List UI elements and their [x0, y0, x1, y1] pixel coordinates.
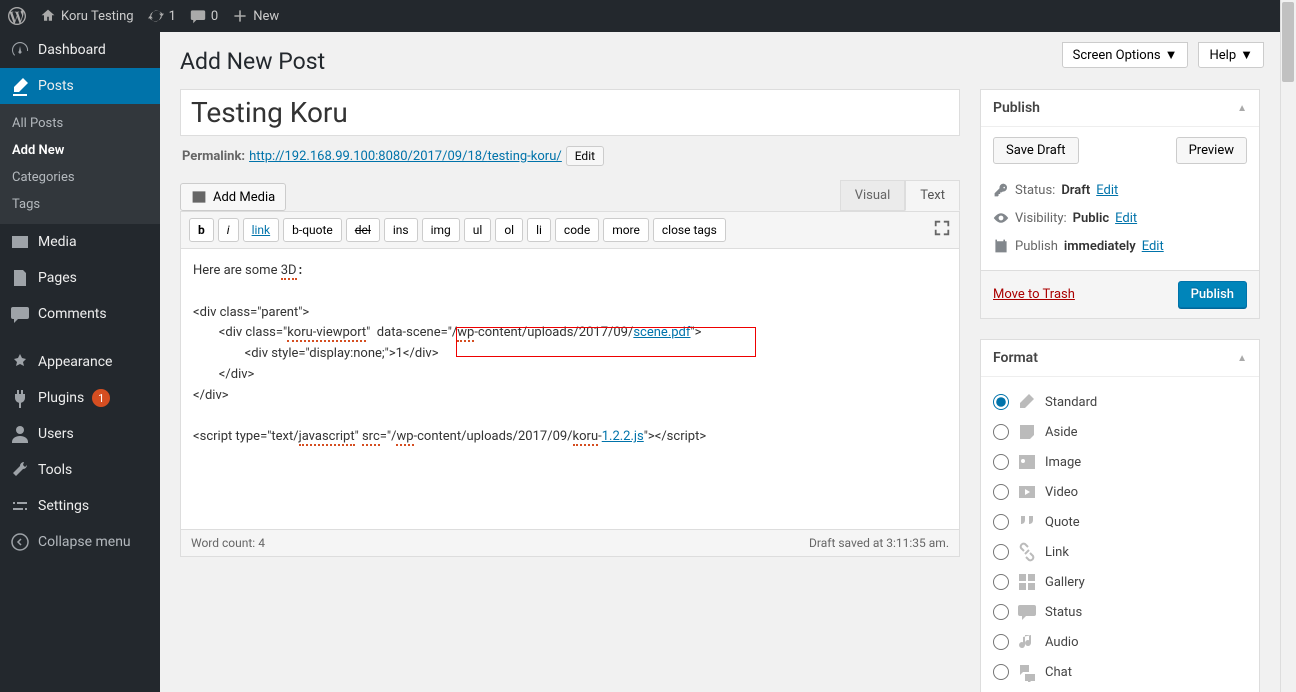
menu-appearance[interactable]: Appearance	[0, 344, 160, 380]
qt-li[interactable]: li	[527, 218, 551, 242]
format-aside[interactable]: Aside	[993, 417, 1247, 447]
qt-link[interactable]: link	[243, 218, 280, 242]
format-video[interactable]: Video	[993, 477, 1247, 507]
qt-ol[interactable]: ol	[495, 218, 523, 242]
menu-pages[interactable]: Pages	[0, 260, 160, 296]
quicktags-toolbar: b i link b-quote del ins img ul ol li co…	[181, 212, 959, 249]
menu-comments[interactable]: Comments	[0, 296, 160, 332]
format-image[interactable]: Image	[993, 447, 1247, 477]
format-box-header[interactable]: Format▲	[981, 340, 1259, 377]
main-content: Screen Options ▼ Help ▼ Add New Post Per…	[160, 32, 1280, 692]
sub-all-posts[interactable]: All Posts	[0, 110, 160, 137]
qt-bquote[interactable]: b-quote	[283, 218, 342, 242]
publish-box: Publish▲ Save Draft Preview Status: Draf…	[980, 89, 1260, 319]
publish-button[interactable]: Publish	[1178, 281, 1247, 308]
updates-link[interactable]: 1	[148, 8, 176, 24]
comments-count: 0	[211, 9, 218, 24]
menu-posts[interactable]: Posts	[0, 68, 160, 104]
menu-users[interactable]: Users	[0, 416, 160, 452]
format-box: Format▲ Standard Aside Image Video Quote…	[980, 339, 1260, 692]
site-home-link[interactable]: Koru Testing	[40, 8, 134, 24]
sub-tags[interactable]: Tags	[0, 191, 160, 218]
qt-ins[interactable]: ins	[384, 218, 418, 242]
updates-count: 1	[169, 9, 176, 24]
collapse-menu[interactable]: Collapse menu	[0, 524, 160, 560]
scrollbar-thumb[interactable]	[1282, 2, 1294, 82]
format-standard[interactable]: Standard	[993, 387, 1247, 417]
content-textarea[interactable]: Here are some 3D: <div class="parent"> <…	[181, 249, 959, 529]
window-scrollbar[interactable]	[1280, 0, 1296, 692]
format-status[interactable]: Status	[993, 597, 1247, 627]
editor-status-bar: Word count: 4 Draft saved at 3:11:35 am.	[180, 530, 960, 557]
toggle-icon: ▲	[1237, 103, 1247, 114]
format-audio[interactable]: Audio	[993, 627, 1247, 657]
qt-italic[interactable]: i	[218, 218, 239, 242]
qt-more[interactable]: more	[603, 218, 649, 242]
new-label: New	[253, 9, 279, 24]
help-button[interactable]: Help ▼	[1198, 42, 1264, 68]
move-to-trash-link[interactable]: Move to Trash	[993, 287, 1075, 302]
autosave-info: Draft saved at 3:11:35 am.	[809, 536, 949, 550]
qt-code[interactable]: code	[555, 218, 599, 242]
admin-toolbar: Koru Testing 1 0 New	[0, 0, 1280, 32]
screen-options-button[interactable]: Screen Options ▼	[1062, 42, 1189, 68]
add-media-button[interactable]: Add Media	[180, 183, 286, 211]
edit-slug-button[interactable]: Edit	[566, 146, 604, 166]
post-title-input[interactable]	[180, 89, 960, 136]
permalink-row: Permalink: http://192.168.99.100:8080/20…	[182, 146, 958, 166]
plugins-update-badge: 1	[92, 389, 110, 407]
word-count: 4	[258, 536, 265, 550]
admin-sidebar: Dashboard Posts All Posts Add New Catego…	[0, 32, 160, 692]
tab-visual[interactable]: Visual	[840, 180, 906, 211]
editor-container: b i link b-quote del ins img ul ol li co…	[180, 211, 960, 530]
sub-add-new[interactable]: Add New	[0, 137, 160, 164]
preview-button[interactable]: Preview	[1176, 137, 1247, 164]
edit-schedule-link[interactable]: Edit	[1142, 239, 1164, 254]
fullscreen-icon[interactable]	[933, 219, 951, 241]
tab-text[interactable]: Text	[905, 180, 960, 211]
calendar-icon	[993, 238, 1009, 254]
toggle-icon: ▲	[1237, 353, 1247, 364]
submenu-posts: All Posts Add New Categories Tags	[0, 104, 160, 224]
menu-dashboard[interactable]: Dashboard	[0, 32, 160, 68]
menu-plugins[interactable]: Plugins1	[0, 380, 160, 416]
menu-settings[interactable]: Settings	[0, 488, 160, 524]
menu-media[interactable]: Media	[0, 224, 160, 260]
menu-tools[interactable]: Tools	[0, 452, 160, 488]
key-icon	[993, 182, 1009, 198]
edit-status-link[interactable]: Edit	[1096, 183, 1118, 198]
format-link[interactable]: Link	[993, 537, 1247, 567]
qt-close[interactable]: close tags	[653, 218, 726, 242]
format-quote[interactable]: Quote	[993, 507, 1247, 537]
publish-box-header[interactable]: Publish▲	[981, 90, 1259, 127]
eye-icon	[993, 210, 1009, 226]
add-new-link[interactable]: New	[232, 8, 279, 24]
permalink-label: Permalink:	[182, 149, 245, 164]
format-chat[interactable]: Chat	[993, 657, 1247, 687]
format-gallery[interactable]: Gallery	[993, 567, 1247, 597]
qt-bold[interactable]: b	[189, 218, 214, 242]
qt-img[interactable]: img	[422, 218, 460, 242]
permalink-link[interactable]: http://192.168.99.100:8080/2017/09/18/te…	[249, 149, 562, 164]
comments-link[interactable]: 0	[190, 8, 218, 24]
site-name: Koru Testing	[61, 9, 134, 24]
wordpress-logo-icon[interactable]	[8, 7, 26, 25]
sub-categories[interactable]: Categories	[0, 164, 160, 191]
qt-del[interactable]: del	[346, 218, 380, 242]
save-draft-button[interactable]: Save Draft	[993, 137, 1079, 164]
qt-ul[interactable]: ul	[464, 218, 492, 242]
edit-visibility-link[interactable]: Edit	[1115, 211, 1137, 226]
